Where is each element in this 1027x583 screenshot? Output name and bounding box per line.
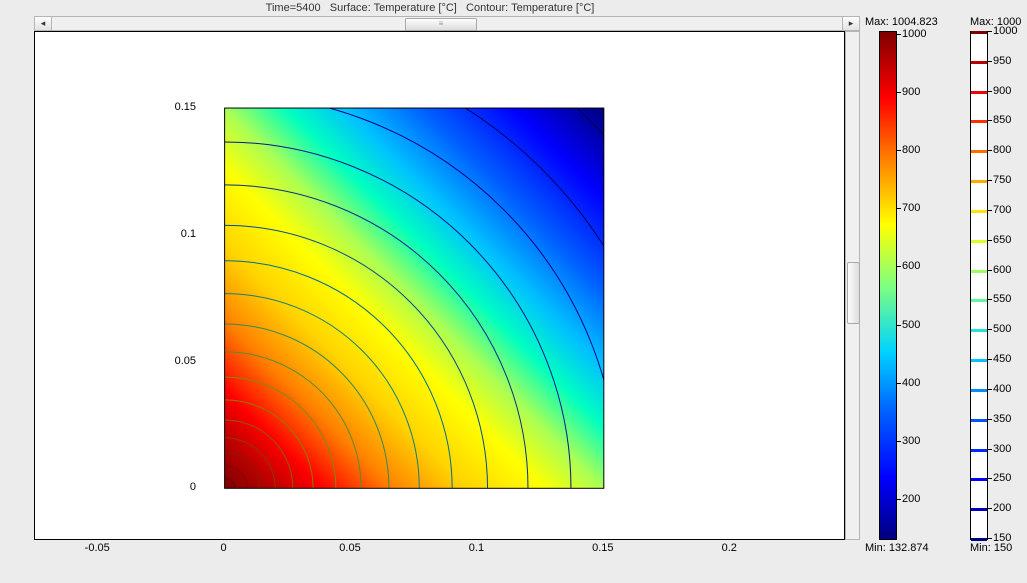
contour-colorbar-tick-mark xyxy=(988,449,992,450)
contour-colorbar-tick-mark xyxy=(988,270,992,271)
scroll-right-button[interactable]: ▸ xyxy=(842,17,859,30)
contour-colorbar-tick-mark xyxy=(988,389,992,390)
contour-colorbar xyxy=(970,31,988,540)
contour-colorbar-tick-mark xyxy=(988,299,992,300)
contour-colorbar-tick-mark xyxy=(988,538,992,539)
contour-colorbar-tick-label: 450 xyxy=(993,353,1011,365)
contour-colorbar-tick-label: 700 xyxy=(993,204,1011,216)
contour-colorbar-tick-label: 400 xyxy=(993,383,1011,395)
surface-colorbar-tick-mark xyxy=(897,266,901,267)
surface-colorbar-tick-label: 500 xyxy=(902,319,920,331)
x-tick-label: 0.15 xyxy=(592,542,613,554)
contour-colorbar-tick-label: 300 xyxy=(993,443,1011,455)
contour-colorbar-tick-label: 900 xyxy=(993,85,1011,97)
surface-colorbar-tick-label: 200 xyxy=(902,493,920,505)
contour-colorbar-tick-label: 650 xyxy=(993,234,1011,246)
surface-colorbar-min-label: Min: 132.874 xyxy=(865,542,929,554)
title-surface: Surface: Temperature [°C] xyxy=(330,2,457,14)
contour-colorbar-segment xyxy=(971,150,987,153)
contour-colorbar-segment xyxy=(971,299,987,302)
app-root: Time=5400 Surface: Temperature [°C] Cont… xyxy=(0,0,1027,583)
y-tick-label: 0.15 xyxy=(166,101,196,113)
contour-colorbar-segment xyxy=(971,240,987,243)
contour-colorbar-tick-label: 1000 xyxy=(993,25,1017,37)
contour-colorbar-tick-mark xyxy=(988,508,992,509)
scroll-thumb-vertical[interactable] xyxy=(847,262,860,324)
surface-colorbar-tick-mark xyxy=(897,150,901,151)
y-tick-label: 0 xyxy=(166,481,196,493)
y-tick-label: 0.1 xyxy=(166,228,196,240)
title-contour: Contour: Temperature [°C] xyxy=(466,2,594,14)
surface-colorbar-tick-label: 300 xyxy=(902,435,920,447)
contour-colorbar-tick-label: 550 xyxy=(993,293,1011,305)
contour-colorbar-segment xyxy=(971,270,987,273)
surface-colorbar-tick-mark xyxy=(897,383,901,384)
contour-colorbar-tick-label: 850 xyxy=(993,114,1011,126)
contour-colorbar-segment xyxy=(971,120,987,123)
contour-colorbar-segment xyxy=(971,449,987,452)
y-tick-label: 0.05 xyxy=(166,355,196,367)
contour-colorbar-tick-label: 250 xyxy=(993,472,1011,484)
contour-colorbar-min-label: Min: 150 xyxy=(970,542,1012,554)
surface-colorbar-tick-label: 900 xyxy=(902,86,920,98)
contour-colorbar-tick-mark xyxy=(988,210,992,211)
vertical-scrollbar[interactable] xyxy=(845,31,860,540)
contour-colorbar-tick-mark xyxy=(988,91,992,92)
x-tick-label: 0 xyxy=(221,542,227,554)
x-tick-label: -0.05 xyxy=(85,542,110,554)
contour-colorbar-tick-mark xyxy=(988,419,992,420)
contour-colorbar-segment xyxy=(971,389,987,392)
contour-colorbar-tick-mark xyxy=(988,61,992,62)
contour-colorbar-tick-mark xyxy=(988,478,992,479)
contour-colorbar-segment xyxy=(971,419,987,422)
surface-colorbar xyxy=(879,31,897,540)
horizontal-scrollbar[interactable]: ◂ ≡ ▸ xyxy=(34,16,860,31)
surface-colorbar-tick-mark xyxy=(897,441,901,442)
surface-colorbar-tick-mark xyxy=(897,92,901,93)
contour-colorbar-tick-mark xyxy=(988,180,992,181)
x-tick-label: 0.1 xyxy=(469,542,484,554)
contour-colorbar-tick-mark xyxy=(988,31,992,32)
contour-colorbar-segment xyxy=(971,508,987,511)
surface-colorbar-tick-label: 400 xyxy=(902,377,920,389)
contour-colorbar-segment xyxy=(971,359,987,362)
contour-colorbar-tick-mark xyxy=(988,150,992,151)
scroll-left-button[interactable]: ◂ xyxy=(35,17,52,30)
contour-colorbar-segment xyxy=(971,329,987,332)
x-tick-label: 0.2 xyxy=(722,542,737,554)
contour-colorbar-tick-label: 600 xyxy=(993,264,1011,276)
contour-colorbar-tick-label: 800 xyxy=(993,144,1011,156)
title-time: Time=5400 xyxy=(266,2,321,14)
contour-colorbar-segment xyxy=(971,210,987,213)
scroll-thumb-horizontal[interactable]: ≡ xyxy=(405,18,477,31)
contour-colorbar-segment xyxy=(971,538,987,541)
contour-colorbar-tick-mark xyxy=(988,359,992,360)
contour-colorbar-tick-label: 750 xyxy=(993,174,1011,186)
contour-colorbar-tick-label: 950 xyxy=(993,55,1011,67)
contour-colorbar-segment xyxy=(971,180,987,183)
surface-colorbar-tick-label: 1000 xyxy=(902,28,926,40)
surface-colorbar-tick-label: 600 xyxy=(902,260,920,272)
plot-svg xyxy=(35,32,844,539)
contour-colorbar-tick-mark xyxy=(988,329,992,330)
surface-colorbar-tick-mark xyxy=(897,325,901,326)
plot-title: Time=5400 Surface: Temperature [°C] Cont… xyxy=(0,2,860,14)
contour-colorbar-segment xyxy=(971,91,987,94)
surface-colorbar-tick-mark xyxy=(897,34,901,35)
contour-colorbar-segment xyxy=(971,31,987,34)
plot-area[interactable] xyxy=(34,31,845,540)
contour-colorbar-tick-label: 200 xyxy=(993,502,1011,514)
surface-colorbar-max-label: Max: 1004.823 xyxy=(865,16,938,28)
contour-colorbar-segment xyxy=(971,61,987,64)
contour-colorbar-segment xyxy=(971,478,987,481)
contour-colorbar-tick-label: 500 xyxy=(993,323,1011,335)
contour-colorbar-tick-mark xyxy=(988,120,992,121)
surface-colorbar-tick-label: 800 xyxy=(902,144,920,156)
contour-colorbar-tick-mark xyxy=(988,240,992,241)
contour-colorbar-tick-label: 350 xyxy=(993,413,1011,425)
surface-colorbar-tick-mark xyxy=(897,499,901,500)
x-tick-label: 0.05 xyxy=(339,542,360,554)
surface-colorbar-tick-mark xyxy=(897,208,901,209)
surface-colorbar-tick-label: 700 xyxy=(902,202,920,214)
